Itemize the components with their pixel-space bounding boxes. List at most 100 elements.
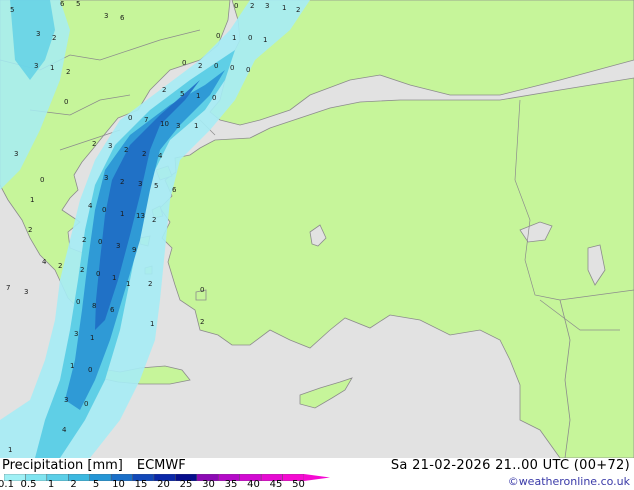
legend-tick-label: 50	[292, 479, 305, 490]
rain-value: 0	[98, 238, 102, 246]
legend-tick-label: 0.5	[20, 479, 37, 490]
rain-value: 6	[120, 14, 125, 22]
rain-value: 2	[52, 34, 56, 42]
rain-value: 0	[40, 176, 44, 184]
legend-tick-label: 30	[202, 479, 215, 490]
rain-value: 1	[120, 210, 124, 218]
rain-value: 2	[250, 2, 254, 10]
legend-tick-label: 45	[269, 479, 283, 490]
rain-value: 1	[263, 36, 267, 44]
legend-tick-label: 35	[224, 479, 238, 490]
rain-value: 3	[64, 396, 68, 404]
rain-value: 0	[88, 366, 92, 374]
rain-value: 0	[230, 64, 234, 72]
rain-value: 2	[148, 280, 152, 288]
rain-value: 2	[198, 62, 202, 70]
rain-value: 0	[246, 66, 250, 74]
rain-value: 4	[88, 202, 93, 210]
rain-value: 3	[14, 150, 18, 158]
rain-value: 2	[152, 216, 156, 224]
rain-value: 6	[60, 0, 65, 8]
rain-value: 0	[214, 62, 218, 70]
credit-link[interactable]: ©weatheronline.co.uk	[508, 475, 630, 488]
rain-value: 3	[34, 62, 38, 70]
legend-tick-label: 10	[112, 479, 125, 490]
rain-value: 3	[176, 122, 180, 130]
rain-value: 6	[110, 306, 115, 314]
rain-value: 0	[102, 206, 106, 214]
rain-value: 1	[150, 320, 154, 328]
rain-value: 7	[6, 284, 10, 292]
rain-value: 2	[28, 226, 32, 234]
rain-value: 5	[76, 0, 80, 8]
rain-value: 2	[80, 266, 84, 274]
rain-value: 0	[234, 2, 238, 10]
rain-value: 0	[182, 59, 186, 67]
legend-tick-label: 2	[70, 479, 77, 490]
rain-value: 1	[70, 362, 74, 370]
rain-value: 6	[172, 186, 177, 194]
rain-value: 10	[160, 120, 169, 128]
rain-value: 4	[42, 258, 47, 266]
rain-value: 5	[10, 6, 14, 14]
rain-value: 3	[36, 30, 40, 38]
legend-arrow	[304, 474, 330, 481]
rain-value: 3	[104, 12, 108, 20]
rain-value: 2	[58, 262, 62, 270]
rain-value: 0	[64, 98, 68, 106]
rain-value: 2	[124, 146, 128, 154]
rain-value: 1	[50, 64, 54, 72]
rain-value: 1	[126, 280, 130, 288]
rain-value: 4	[62, 426, 67, 434]
legend-tick-label: 20	[157, 479, 170, 490]
rain-value: 3	[116, 242, 120, 250]
rain-value: 0	[76, 298, 80, 306]
rain-value: 0	[248, 34, 252, 42]
map-title: Precipitation [mm] ECMWF	[2, 458, 200, 473]
legend-tick-label: 5	[92, 479, 100, 490]
precipitation-map: 0 2 3 1 20 1 0 10 2 0 0 03 23 1 23 66 552 5 1 07 10 3 102 3 2 2 43…	[0, 0, 634, 458]
rain-value: 3	[24, 288, 28, 296]
rain-value: 1	[282, 4, 286, 12]
rain-value: 2	[142, 150, 146, 158]
rain-value: 7	[144, 116, 148, 124]
rain-value: 0	[96, 270, 100, 278]
rain-value: 1	[196, 92, 200, 100]
rain-value: 2	[120, 178, 124, 186]
rain-value: 3	[265, 2, 269, 10]
rain-value: 8	[92, 302, 96, 310]
rain-value: 2	[82, 236, 86, 244]
rain-value: 2	[200, 318, 204, 326]
legend-tick-label: 40	[247, 479, 260, 490]
rain-value: 13	[136, 212, 145, 220]
rain-value: 2	[162, 86, 166, 94]
footer: Precipitation [mm] ECMWF Sa 21-02-2026 21…	[0, 458, 634, 490]
legend-tick-label: 1	[47, 479, 55, 490]
rain-value: 0	[84, 400, 88, 408]
legend-tick-label: 25	[179, 479, 193, 490]
rain-value: 2	[66, 68, 70, 76]
rain-value: 1	[232, 34, 236, 42]
legend-tick-label: 15	[134, 479, 148, 490]
rain-value: 1	[194, 122, 198, 130]
rain-value: 3	[108, 142, 112, 150]
rain-value: 0	[128, 114, 132, 122]
model-label: ECMWF	[136, 458, 186, 473]
rain-value: 5	[154, 182, 158, 190]
rain-value: 0	[212, 94, 216, 102]
rain-value: 1	[112, 274, 116, 282]
valid-datetime: Sa 21-02-2026 21..00 UTC (00+72)	[390, 458, 630, 473]
rain-value: 1	[90, 334, 94, 342]
rain-value: 3	[74, 330, 78, 338]
rain-value: 3	[138, 180, 142, 188]
rain-value: 0	[216, 32, 220, 40]
product-label: Precipitation [mm]	[2, 458, 123, 473]
rain-value: 4	[158, 152, 163, 160]
rain-value: 2	[296, 6, 300, 14]
rain-value: 1	[30, 196, 34, 204]
rain-value: 1	[8, 446, 12, 454]
legend-tick-label: 0.1	[0, 479, 14, 490]
rain-value: 0	[200, 286, 204, 294]
rain-value: 5	[180, 90, 184, 98]
rain-value: 2	[92, 140, 96, 148]
